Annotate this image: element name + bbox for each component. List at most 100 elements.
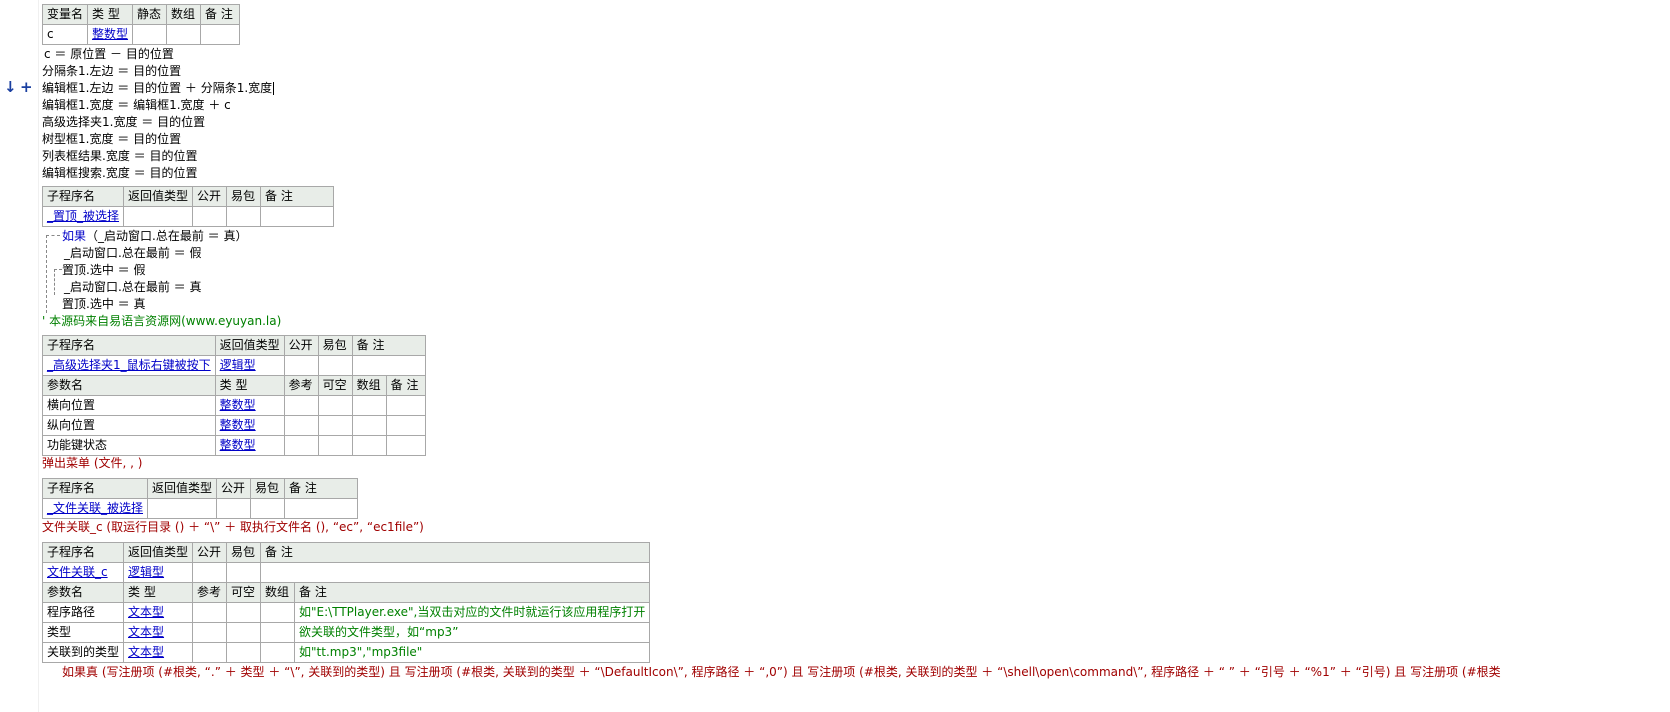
param-name[interactable]: 纵向位置: [42, 415, 216, 436]
param-cell[interactable]: [260, 602, 296, 623]
param-cell[interactable]: [283, 415, 319, 436]
param-name[interactable]: 功能键状态: [42, 435, 216, 456]
var-name-cell[interactable]: c: [41, 24, 89, 45]
header-cell: 参数名: [41, 582, 125, 603]
param-cell[interactable]: [226, 642, 262, 663]
param-name[interactable]: 关联到的类型: [41, 642, 125, 663]
subroutine-name[interactable]: _高级选择夹1_鼠标右键被按下: [42, 355, 216, 376]
var-array-cell[interactable]: [166, 24, 202, 45]
if-statement[interactable]: 如果（_启动窗口.总在最前 ＝ 真）: [62, 228, 247, 244]
public-cell[interactable]: [192, 562, 228, 583]
param-cell[interactable]: [385, 395, 426, 416]
epkg-cell[interactable]: [226, 206, 262, 227]
public-cell[interactable]: [283, 355, 319, 376]
param-note[interactable]: 欲关联的文件类型，如“mp3”: [294, 622, 651, 643]
header-cell: 返回值类型: [147, 478, 218, 499]
note-cell[interactable]: [351, 355, 426, 376]
code-line[interactable]: 弹出菜单 (文件, , ): [42, 455, 142, 471]
param-cell[interactable]: [226, 602, 262, 623]
epkg-cell[interactable]: [250, 498, 286, 519]
param-cell[interactable]: [385, 415, 426, 436]
param-name[interactable]: 横向位置: [42, 395, 216, 416]
subroutine-name[interactable]: 文件关联_c: [41, 562, 125, 583]
return-type-cell[interactable]: 逻辑型: [123, 562, 194, 583]
code-line[interactable]: 编辑框1.宽度 ＝ 编辑框1.宽度 ＋ c: [42, 97, 231, 113]
param-cell[interactable]: [192, 622, 228, 643]
arrow-down-icon[interactable]: ↓: [4, 78, 17, 96]
return-type-cell[interactable]: 逻辑型: [214, 355, 285, 376]
gutter-divider: [38, 0, 39, 712]
flow-line: [54, 269, 62, 270]
header-cell: 易包: [226, 542, 262, 563]
param-type[interactable]: 文本型: [123, 602, 194, 623]
param-cell[interactable]: [317, 395, 353, 416]
header-cell: 子程序名: [41, 478, 149, 499]
param-cell[interactable]: [260, 642, 296, 663]
param-type[interactable]: 整数型: [214, 415, 285, 436]
epkg-cell[interactable]: [226, 562, 262, 583]
plus-icon[interactable]: +: [20, 78, 33, 96]
param-cell[interactable]: [351, 415, 387, 436]
note-cell[interactable]: [260, 206, 335, 227]
param-type[interactable]: 整数型: [214, 435, 285, 456]
header-cell: 参考: [192, 582, 228, 603]
code-line[interactable]: _启动窗口.总在最前 ＝ 真: [64, 279, 201, 295]
param-cell[interactable]: [317, 415, 353, 436]
header-cell: 备 注: [260, 542, 651, 563]
subroutine-name[interactable]: _文件关联_被选择: [41, 498, 149, 519]
variable-table: 变量名 类 型 静态 数组 备 注 c 整数型: [41, 4, 241, 45]
code-line-current[interactable]: 编辑框1.左边 ＝ 目的位置 ＋ 分隔条1.宽度: [42, 80, 275, 96]
param-cell[interactable]: [385, 435, 426, 456]
header-cell: 返回值类型: [123, 542, 194, 563]
param-cell[interactable]: [351, 435, 387, 456]
code-line[interactable]: 文件关联_c (取运行目录 () ＋ “\” ＋ 取执行文件名 (), “ec”…: [42, 519, 424, 535]
header-cell: 数组: [166, 4, 202, 25]
param-cell[interactable]: [226, 622, 262, 643]
param-note[interactable]: 如"E:\TTPlayer.exe",当双击对应的文件时就运行该应用程序打开: [294, 602, 651, 623]
note-cell[interactable]: [284, 498, 359, 519]
param-type[interactable]: 文本型: [123, 642, 194, 663]
if-keyword: 如果: [62, 229, 87, 243]
note-cell[interactable]: [260, 562, 651, 583]
comment-line[interactable]: ' 本源码来自易语言资源网(www.eyuyan.la): [42, 313, 281, 329]
var-static-cell[interactable]: [132, 24, 168, 45]
header-cell: 数组: [351, 375, 387, 396]
code-line[interactable]: 编辑框搜索.宽度 ＝ 目的位置: [42, 165, 197, 181]
param-cell[interactable]: [192, 602, 228, 623]
code-line[interactable]: 置顶.选中 ＝ 真: [62, 296, 145, 312]
param-cell[interactable]: [283, 435, 319, 456]
header-cell: 返回值类型: [123, 186, 194, 207]
param-name[interactable]: 类型: [41, 622, 125, 643]
code-line[interactable]: 置顶.选中 ＝ 假: [62, 262, 145, 278]
epkg-cell[interactable]: [317, 355, 353, 376]
param-cell[interactable]: [317, 435, 353, 456]
flow-line: [46, 235, 60, 236]
flow-line: [46, 235, 47, 313]
header-cell: 备 注: [284, 478, 359, 499]
public-cell[interactable]: [192, 206, 228, 227]
var-type-cell[interactable]: 整数型: [87, 24, 134, 45]
header-cell: 备 注: [351, 335, 426, 356]
code-line[interactable]: _启动窗口.总在最前 ＝ 假: [64, 245, 201, 261]
subroutine-name[interactable]: _置顶_被选择: [41, 206, 125, 227]
code-line[interactable]: 高级选择夹1.宽度 ＝ 目的位置: [42, 114, 205, 130]
param-cell[interactable]: [351, 395, 387, 416]
param-cell[interactable]: [283, 395, 319, 416]
code-line[interactable]: c ＝ 原位置 － 目的位置: [44, 46, 174, 62]
param-cell[interactable]: [192, 642, 228, 663]
param-name[interactable]: 程序路径: [41, 602, 125, 623]
param-type[interactable]: 整数型: [214, 395, 285, 416]
code-line[interactable]: 树型框1.宽度 ＝ 目的位置: [42, 131, 181, 147]
code-line[interactable]: 列表框结果.宽度 ＝ 目的位置: [42, 148, 197, 164]
header-cell: 子程序名: [42, 335, 216, 356]
code-line[interactable]: 分隔条1.左边 ＝ 目的位置: [42, 63, 181, 79]
return-type-cell[interactable]: [123, 206, 194, 227]
var-note-cell[interactable]: [200, 24, 241, 45]
public-cell[interactable]: [216, 498, 252, 519]
return-type-cell[interactable]: [147, 498, 218, 519]
header-cell: 备 注: [260, 186, 335, 207]
code-line-truncated[interactable]: 如果真 (写注册项 (#根类, “.” ＋ 类型 ＋ “\”, 关联到的类型) …: [62, 664, 1662, 680]
param-note[interactable]: 如"tt.mp3","mp3file": [294, 642, 651, 663]
param-type[interactable]: 文本型: [123, 622, 194, 643]
param-cell[interactable]: [260, 622, 296, 643]
